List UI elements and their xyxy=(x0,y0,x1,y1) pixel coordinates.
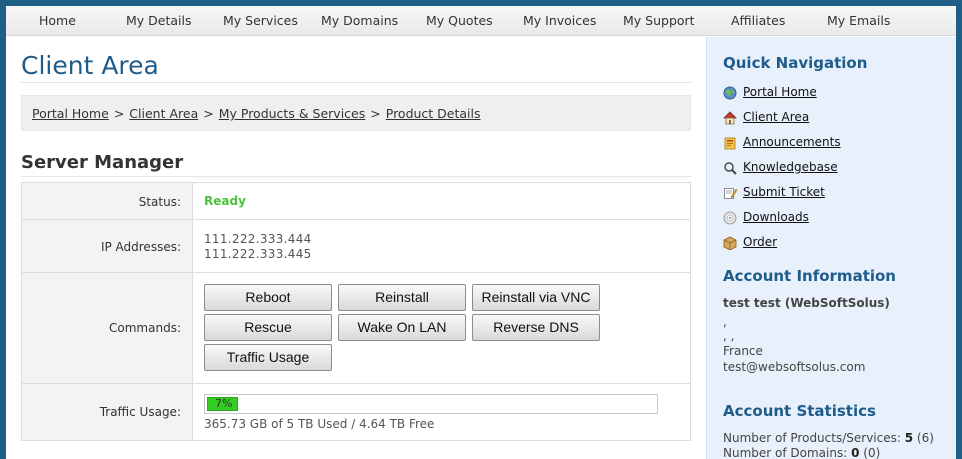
commands-cell: Reboot Reinstall Reinstall via VNC Rescu… xyxy=(194,273,690,383)
breadcrumb-portal-home[interactable]: Portal Home xyxy=(32,106,109,121)
traffic-progress-bar: 7% xyxy=(204,394,658,414)
ip-row: IP Addresses: 111.222.333.444 111.222.33… xyxy=(22,220,690,273)
ip-label: IP Addresses: xyxy=(100,240,181,254)
status-badge: Ready xyxy=(204,194,246,208)
nav-affiliates[interactable]: Affiliates xyxy=(731,13,785,28)
title-divider xyxy=(21,82,691,83)
page-title: Client Area xyxy=(21,51,159,80)
status-label: Status: xyxy=(138,195,181,209)
account-email: test@websoftsolus.com xyxy=(723,360,866,374)
breadcrumb-separator: > xyxy=(113,106,125,121)
traffic-label-cell: Traffic Usage: xyxy=(22,384,193,440)
ip-label-cell: IP Addresses: xyxy=(22,220,193,272)
section-divider xyxy=(21,176,691,177)
breadcrumb-products-services[interactable]: My Products & Services xyxy=(219,106,366,121)
account-name: test test (WebSoftSolus) xyxy=(723,296,890,310)
knowledgebase-icon xyxy=(724,162,737,175)
ticket-icon xyxy=(724,188,737,199)
commands-row: Commands: Reboot Reinstall Reinstall via… xyxy=(22,273,690,384)
reverse-dns-button[interactable]: Reverse DNS xyxy=(472,314,600,341)
traffic-row: Traffic Usage: 7% 365.73 GB of 5 TB Used… xyxy=(22,384,690,440)
stat-label: Number of Domains: xyxy=(723,446,848,459)
rescue-button[interactable]: Rescue xyxy=(204,314,332,341)
stat-value: 0 xyxy=(851,446,860,459)
nav-my-domains[interactable]: My Domains xyxy=(321,13,398,28)
globe-icon xyxy=(723,86,737,100)
disc-icon xyxy=(723,211,737,225)
reinstall-vnc-button[interactable]: Reinstall via VNC xyxy=(472,284,600,311)
status-label-cell: Status: xyxy=(22,183,193,219)
stat-extra: (6) xyxy=(916,431,934,445)
quick-nav-label[interactable]: Submit Ticket xyxy=(743,185,825,199)
nav-my-quotes[interactable]: My Quotes xyxy=(426,13,493,28)
breadcrumb-client-area[interactable]: Client Area xyxy=(129,106,198,121)
account-information-title: Account Information xyxy=(723,267,896,285)
commands-label-cell: Commands: xyxy=(22,273,193,383)
status-row: Status: Ready xyxy=(22,183,690,220)
main-content: Client Area Portal Home > Client Area > My P… xyxy=(6,37,705,459)
nav-my-emails[interactable]: My Emails xyxy=(827,13,890,28)
breadcrumb-separator: > xyxy=(203,106,214,121)
ip-value-cell: 111.222.333.444 111.222.333.445 xyxy=(194,220,690,272)
stat-domains: Number of Domains: 0 (0) xyxy=(723,446,880,459)
nav-home[interactable]: Home xyxy=(39,13,76,28)
traffic-usage-text: 365.73 GB of 5 TB Used / 4.64 TB Free xyxy=(204,417,435,431)
status-value-cell: Ready xyxy=(194,183,690,219)
quick-nav-label[interactable]: Portal Home xyxy=(743,85,817,99)
stat-label: Number of Products/Services: xyxy=(723,431,901,445)
top-nav: Home My Details My Services My Domains M… xyxy=(6,6,956,36)
quick-nav-label[interactable]: Knowledgebase xyxy=(743,160,838,174)
account-line: , , xyxy=(723,329,735,343)
breadcrumb-product-details[interactable]: Product Details xyxy=(386,106,481,121)
account-statistics-title: Account Statistics xyxy=(723,402,876,420)
box-icon xyxy=(723,236,737,250)
traffic-progress-text: 7% xyxy=(215,397,233,410)
nav-my-invoices[interactable]: My Invoices xyxy=(523,13,596,28)
stat-value: 5 xyxy=(904,431,914,445)
server-manager-table: Status: Ready IP Addresses: 111.222.333.… xyxy=(21,182,691,441)
quick-nav-label[interactable]: Order xyxy=(743,235,777,249)
wake-on-lan-button[interactable]: Wake On LAN xyxy=(338,314,466,341)
commands-label: Commands: xyxy=(109,321,181,335)
home-icon xyxy=(723,111,737,125)
account-line: , xyxy=(723,315,727,329)
sidebar: Quick Navigation Portal Home Client Area… xyxy=(706,37,956,459)
announcements-icon xyxy=(724,137,736,150)
stat-products: Number of Products/Services: 5 (6) xyxy=(723,431,934,445)
traffic-label: Traffic Usage: xyxy=(99,405,181,419)
nav-my-services[interactable]: My Services xyxy=(223,13,298,28)
traffic-usage-button[interactable]: Traffic Usage xyxy=(204,344,332,371)
quick-nav-label[interactable]: Announcements xyxy=(743,135,841,149)
server-manager-title: Server Manager xyxy=(21,152,184,173)
traffic-value-cell: 7% 365.73 GB of 5 TB Used / 4.64 TB Free xyxy=(194,384,690,440)
nav-my-support[interactable]: My Support xyxy=(623,13,695,28)
breadcrumb-separator: > xyxy=(370,106,381,121)
quick-navigation-title: Quick Navigation xyxy=(723,54,868,72)
ip-address: 111.222.333.445 xyxy=(204,247,312,261)
quick-nav-label[interactable]: Client Area xyxy=(743,110,809,124)
nav-my-details[interactable]: My Details xyxy=(126,13,192,28)
reboot-button[interactable]: Reboot xyxy=(204,284,332,311)
ip-address: 111.222.333.444 xyxy=(204,232,312,246)
stat-extra: (0) xyxy=(863,446,881,459)
account-country: France xyxy=(723,344,763,358)
quick-nav-label[interactable]: Downloads xyxy=(743,210,809,224)
breadcrumb: Portal Home > Client Area > My Products & Se… xyxy=(21,95,691,131)
reinstall-button[interactable]: Reinstall xyxy=(338,284,466,311)
